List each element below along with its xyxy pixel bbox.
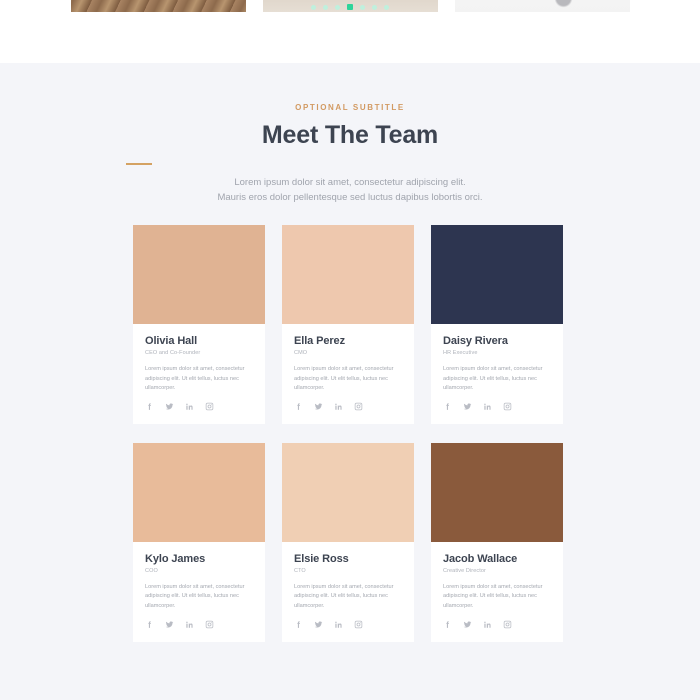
linkedin-icon[interactable] — [185, 402, 194, 411]
member-role: CTO — [294, 567, 306, 574]
member-body: Ella Perez CMO Lorem ipsum dolor sit amet,… — [282, 324, 414, 424]
member-name: Elsie Ross — [294, 552, 349, 565]
instagram-icon[interactable] — [503, 402, 512, 411]
instagram-icon[interactable] — [354, 402, 363, 411]
member-social-links — [443, 402, 551, 411]
facebook-icon[interactable] — [294, 620, 303, 629]
linkedin-icon[interactable] — [185, 620, 194, 629]
section-subtitle: OPTIONAL SUBTITLE — [295, 103, 405, 112]
facebook-icon[interactable] — [145, 402, 154, 411]
twitter-icon[interactable] — [463, 402, 472, 411]
linkedin-icon[interactable] — [334, 402, 343, 411]
twitter-icon[interactable] — [314, 402, 323, 411]
section-lead-line-1: Lorem ipsum dolor sit amet, consectetur … — [234, 177, 466, 188]
member-social-links — [443, 620, 551, 629]
member-role: Creative Director — [443, 567, 486, 574]
member-body: Daisy Rivera HR Executive Lorem ipsum dolo… — [431, 324, 563, 424]
member-body: Kylo James COO Lorem ipsum dolor sit amet,… — [133, 542, 265, 642]
divider-row — [0, 163, 700, 165]
member-social-links — [145, 620, 253, 629]
instagram-icon[interactable] — [205, 402, 214, 411]
linkedin-icon[interactable] — [483, 620, 492, 629]
carousel-dot-4[interactable] — [347, 4, 353, 10]
member-role: CMO — [294, 350, 308, 356]
team-member-card[interactable]: Olivia Hall CEO and Co-Founder Lorem ipsum… — [133, 225, 265, 424]
twitter-icon[interactable] — [165, 402, 174, 411]
instagram-icon[interactable] — [354, 620, 363, 629]
facebook-icon[interactable] — [443, 402, 452, 411]
member-role: COO — [145, 567, 158, 574]
member-bio: Lorem ipsum dolor sit amet, consectetur … — [294, 366, 394, 392]
member-photo — [431, 442, 563, 542]
member-social-links — [145, 402, 253, 411]
member-body: Elsie Ross CTO Lorem ipsum dolor sit amet,… — [282, 542, 414, 642]
member-body: Olivia Hall CEO and Co-Founder Lorem ipsum… — [133, 324, 265, 424]
member-photo — [133, 225, 265, 324]
member-bio: Lorem ipsum dolor sit amet, consectetur … — [443, 583, 543, 609]
member-photo — [133, 442, 265, 542]
facebook-icon[interactable] — [294, 402, 303, 411]
twitter-icon[interactable] — [314, 620, 323, 629]
member-role: CEO and Co-Founder — [145, 350, 201, 356]
team-grid: Olivia Hall CEO and Co-Founder Lorem ipsum… — [133, 225, 567, 642]
carousel-dot-2[interactable] — [323, 4, 328, 10]
member-photo — [282, 225, 414, 324]
member-name: Daisy Rivera — [443, 335, 508, 347]
member-photo — [431, 225, 563, 324]
facebook-icon[interactable] — [145, 620, 154, 629]
team-member-card[interactable]: Daisy Rivera HR Executive Lorem ipsum dolo… — [431, 225, 563, 424]
member-name: Ella Perez — [294, 335, 345, 347]
twitter-icon[interactable] — [165, 620, 174, 629]
member-bio: Lorem ipsum dolor sit amet, consectetur … — [294, 583, 394, 609]
facebook-icon[interactable] — [443, 620, 452, 629]
carousel-dot-1[interactable] — [311, 4, 316, 10]
instagram-icon[interactable] — [205, 620, 214, 629]
linkedin-icon[interactable] — [334, 620, 343, 629]
member-social-links — [294, 620, 402, 629]
carousel-dot-3[interactable] — [335, 4, 340, 10]
carousel-pagination[interactable] — [0, 4, 700, 10]
member-bio: Lorem ipsum dolor sit amet, consectetur … — [145, 366, 245, 392]
member-role: HR Executive — [443, 350, 478, 356]
member-bio: Lorem ipsum dolor sit amet, consectetur … — [443, 366, 543, 392]
carousel-dot-6[interactable] — [372, 4, 377, 10]
accent-divider — [126, 163, 152, 165]
page-title: Meet The Team — [261, 121, 439, 149]
team-section: OPTIONAL SUBTITLE Meet The Team Lorem ip… — [0, 63, 700, 700]
linkedin-icon[interactable] — [483, 402, 492, 411]
team-member-card[interactable]: Ella Perez CMO Lorem ipsum dolor sit amet,… — [282, 225, 414, 424]
team-member-card[interactable]: Elsie Ross CTO Lorem ipsum dolor sit amet,… — [282, 442, 414, 642]
carousel-strip — [0, 0, 700, 63]
carousel-dot-7[interactable] — [384, 4, 389, 10]
member-name: Olivia Hall — [145, 335, 198, 347]
member-name: Kylo James — [145, 552, 206, 565]
member-photo — [282, 442, 414, 542]
section-lead-line-2: Mauris eros dolor pellentesque sed luctu… — [217, 192, 483, 203]
carousel-dot-5[interactable] — [360, 4, 365, 10]
member-bio: Lorem ipsum dolor sit amet, consectetur … — [145, 583, 245, 609]
member-name: Jacob Wallace — [443, 552, 518, 565]
member-body: Jacob Wallace Creative Director Lorem ipsu… — [431, 542, 563, 642]
instagram-icon[interactable] — [503, 620, 512, 629]
section-lead: Lorem ipsum dolor sit amet, consectetur … — [0, 175, 700, 205]
twitter-icon[interactable] — [463, 620, 472, 629]
team-member-card[interactable]: Kylo James COO Lorem ipsum dolor sit amet,… — [133, 442, 265, 642]
member-social-links — [294, 402, 402, 411]
team-member-card[interactable]: Jacob Wallace Creative Director Lorem ipsu… — [431, 442, 563, 642]
